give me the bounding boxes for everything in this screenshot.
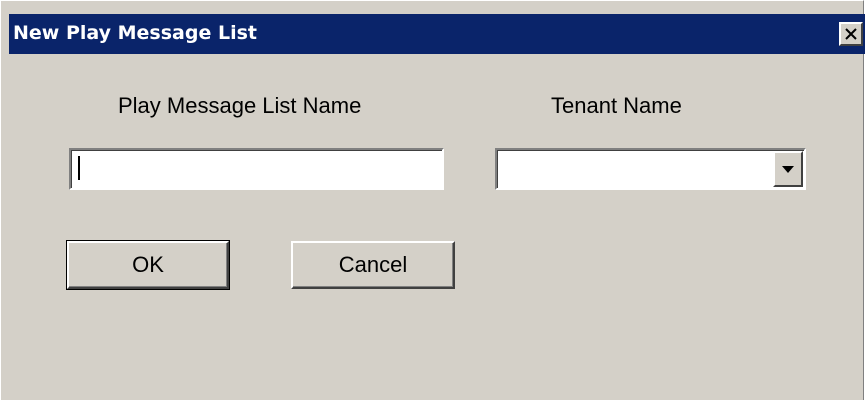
tenant-name-label: Tenant Name [551,93,682,118]
tenant-name-select[interactable] [495,148,806,190]
close-icon [845,28,857,40]
dialog-window: New Play Message List Play Message List … [0,0,865,400]
ok-button[interactable]: OK [66,240,230,290]
title-bar[interactable]: New Play Message List [9,14,865,54]
text-caret [78,156,80,180]
list-name-label: Play Message List Name [118,93,362,118]
tenant-dropdown-button[interactable] [773,151,803,187]
chevron-down-icon [782,165,794,173]
close-button[interactable] [839,22,863,46]
window-title: New Play Message List [13,22,257,44]
list-name-input[interactable] [69,148,444,190]
cancel-button[interactable]: Cancel [291,241,455,289]
